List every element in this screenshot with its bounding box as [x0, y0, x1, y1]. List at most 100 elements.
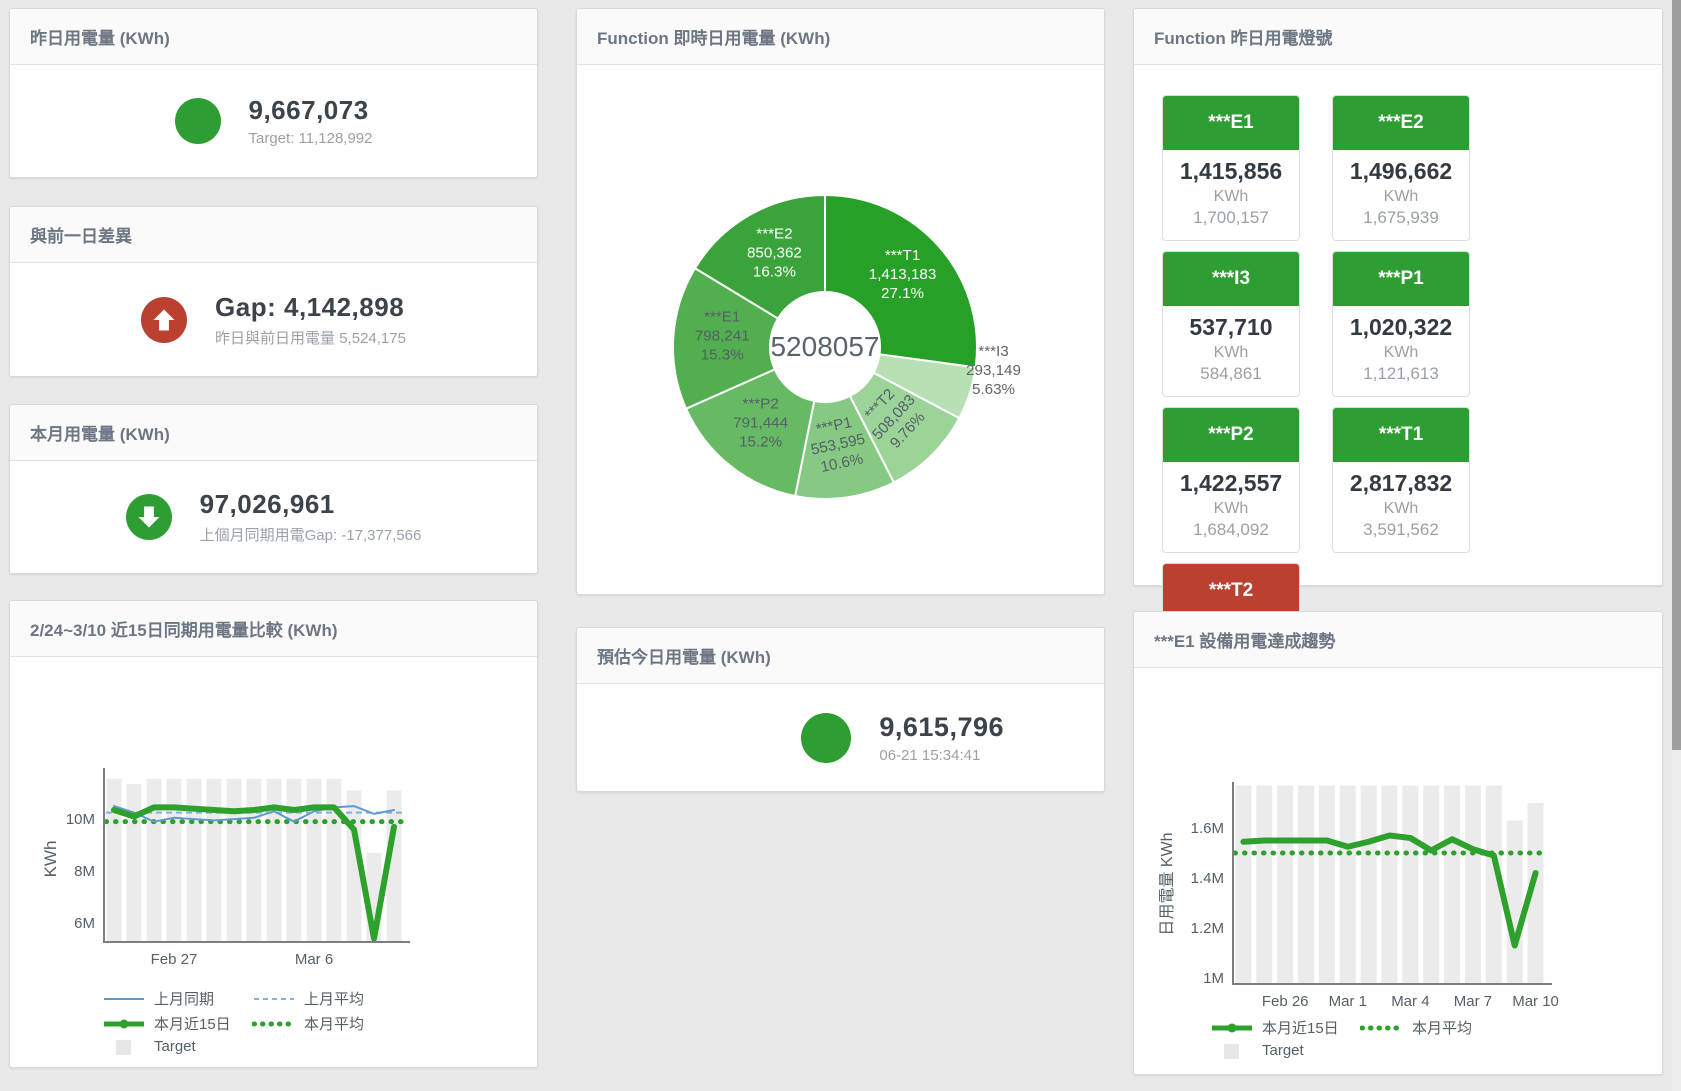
- light-tile-unit: KWh: [1337, 500, 1465, 518]
- target-bar: [267, 779, 282, 942]
- panel-header: 2/24~3/10 近15日同期用電量比較 (KWh): [10, 601, 537, 657]
- target-bar: [287, 779, 302, 942]
- legend-thick-dot: [1228, 1023, 1237, 1032]
- card-month-usage: 本月用電量 (KWh) 97,026,961 上個月同期用電Gap: -17,3…: [9, 404, 538, 574]
- legend-item-line[interactable]: 上月同期: [102, 988, 252, 1009]
- light-tile-value: 1,496,662: [1337, 158, 1465, 185]
- legend-swatch-icon: [1210, 1043, 1254, 1059]
- light-tile-status-header: ***T2: [1163, 564, 1299, 618]
- target-bar: [1444, 786, 1460, 985]
- panel-title[interactable]: 與前一日差異: [30, 222, 132, 247]
- panel-title[interactable]: ***E1 設備用電達成趨勢: [1154, 627, 1335, 652]
- legend-item-square[interactable]: Target: [1210, 1042, 1360, 1059]
- stat-body: 9,615,796 06-21 15:34:41: [577, 684, 1104, 791]
- donut-label-line: ***I3: [978, 343, 1008, 360]
- stat-value: 9,667,073: [249, 95, 373, 126]
- target-bar: [1235, 786, 1251, 985]
- legend-item-dots[interactable]: 本月平均: [1360, 1017, 1510, 1038]
- donut-label-line: 850,362: [747, 244, 802, 261]
- panel-header: Function 即時日用電量 (KWh): [577, 9, 1104, 65]
- light-tile-unit: KWh: [1337, 188, 1465, 206]
- light-tile-body: 537,710KWh584,861: [1163, 306, 1299, 396]
- scrollbar-track[interactable]: [1672, 0, 1681, 1091]
- x-tick-label: Mar 4: [1391, 993, 1429, 1010]
- y-axis-label: 日用電量 KWh: [1159, 832, 1176, 935]
- panel-title[interactable]: 2/24~3/10 近15日同期用電量比較 (KWh): [30, 616, 338, 641]
- donut-label-line: 15.3%: [701, 346, 744, 363]
- donut-label-line: 5.63%: [972, 381, 1015, 398]
- legend-item-dash[interactable]: 上月平均: [252, 988, 402, 1009]
- light-tile-target: 1,700,157: [1167, 208, 1295, 228]
- y-tick-label: 1.2M: [1191, 920, 1224, 937]
- legend-label: Target: [1262, 1042, 1304, 1059]
- target-bar: [1465, 786, 1481, 985]
- legend-row: 上月同期 上月平均: [102, 988, 402, 1009]
- light-tile: ***I3537,710KWh584,861: [1162, 251, 1300, 397]
- light-tile-status-header: ***P1: [1333, 252, 1469, 306]
- donut-label-line: 798,241: [695, 327, 750, 344]
- scrollbar-thumb[interactable]: [1672, 0, 1681, 750]
- target-bar: [1256, 786, 1272, 985]
- light-tile-value: 1,415,856: [1167, 158, 1295, 185]
- donut-label-line: 791,444: [733, 414, 788, 431]
- legend-item-square[interactable]: Target: [102, 1038, 252, 1055]
- light-tile-unit: KWh: [1167, 500, 1295, 518]
- legend-row: Target: [102, 1038, 402, 1055]
- stat-value: 9,615,796: [879, 712, 1004, 743]
- donut-label-line: ***E2: [756, 225, 792, 242]
- panel-title[interactable]: 昨日用電量 (KWh): [30, 24, 170, 49]
- stat-text: 9,667,073 Target: 11,128,992: [249, 95, 373, 147]
- light-tile-status-header: ***I3: [1163, 252, 1299, 306]
- legend-square: [1224, 1044, 1239, 1059]
- stat-value: Gap: 4,142,898: [215, 292, 406, 323]
- light-tile-status-header: ***E1: [1163, 96, 1299, 150]
- target-bar: [127, 784, 142, 942]
- e1-trend-chart: 1M1.2M1.4M1.6MFeb 26Mar 1Mar 4Mar 7Mar 1…: [1134, 668, 1660, 1072]
- legend-label: 上月平均: [304, 988, 364, 1009]
- card-estimate-today: 預估今日用電量 (KWh) 9,615,796 06-21 15:34:41: [576, 627, 1105, 792]
- light-tile-body: 1,496,662 KWh 1,675,939: [1333, 150, 1469, 240]
- legend-label: 本月近15日: [1262, 1017, 1339, 1038]
- panel-realtime-donut: Function 即時日用電量 (KWh) ***T11,413,18327.1…: [576, 8, 1105, 595]
- x-tick-label: Feb 27: [151, 951, 198, 968]
- target-bar: [167, 779, 182, 942]
- legend-label: 本月平均: [1412, 1017, 1472, 1038]
- donut-label-line: 293,149: [966, 362, 1021, 379]
- target-bar: [1507, 821, 1523, 985]
- light-tile-status-header: ***P2: [1163, 408, 1299, 462]
- panel-header: 與前一日差異: [10, 207, 537, 263]
- light-tile-body: 1,020,322KWh1,121,613: [1333, 306, 1469, 396]
- status-circle-icon: [801, 713, 851, 763]
- light-tile-unit: KWh: [1167, 188, 1295, 206]
- stat-text: Gap: 4,142,898 昨日與前日用電量 5,524,175: [215, 292, 406, 348]
- legend-item-thick[interactable]: 本月近15日: [102, 1013, 252, 1034]
- target-bar: [1423, 786, 1439, 985]
- legend-label: 上月同期: [154, 988, 214, 1009]
- light-tile-target: 1,675,939: [1337, 208, 1465, 228]
- donut-label-line: 15.2%: [739, 433, 782, 450]
- target-bar: [147, 779, 162, 942]
- stat-subtitle: 昨日與前日用電量 5,524,175: [215, 327, 406, 348]
- arrow-up-icon: [141, 297, 187, 343]
- legend-swatch-icon: [1210, 1020, 1254, 1036]
- panel-header: 昨日用電量 (KWh): [10, 9, 537, 65]
- panel-title[interactable]: 本月用電量 (KWh): [30, 420, 170, 445]
- panel-title[interactable]: 預估今日用電量 (KWh): [597, 643, 771, 668]
- stat-text: 97,026,961 上個月同期用電Gap: -17,377,566: [200, 489, 422, 545]
- light-tile-target: 1,121,613: [1337, 364, 1465, 384]
- target-bar: [1402, 786, 1418, 985]
- light-tile-value: 537,710: [1167, 314, 1295, 341]
- legend-swatch-icon: [102, 1016, 146, 1032]
- light-tile-value: 1,020,322: [1337, 314, 1465, 341]
- lights-tiles: ***E11,415,856KWh1,700,157***E21,496,662…: [1134, 65, 1662, 585]
- stat-body: Gap: 4,142,898 昨日與前日用電量 5,524,175: [10, 263, 537, 376]
- legend-swatch-icon: [102, 991, 146, 1007]
- legend-swatch-icon: [252, 991, 296, 1007]
- target-bar: [1277, 786, 1293, 985]
- panel-title[interactable]: Function 昨日用電燈號: [1154, 24, 1332, 49]
- y-tick-label: 8M: [74, 863, 95, 880]
- legend-item-dots[interactable]: 本月平均: [252, 1013, 402, 1034]
- panel-title[interactable]: Function 即時日用電量 (KWh): [597, 24, 830, 49]
- light-tile-target: 1,684,092: [1167, 520, 1295, 540]
- legend-item-thick[interactable]: 本月近15日: [1210, 1017, 1360, 1038]
